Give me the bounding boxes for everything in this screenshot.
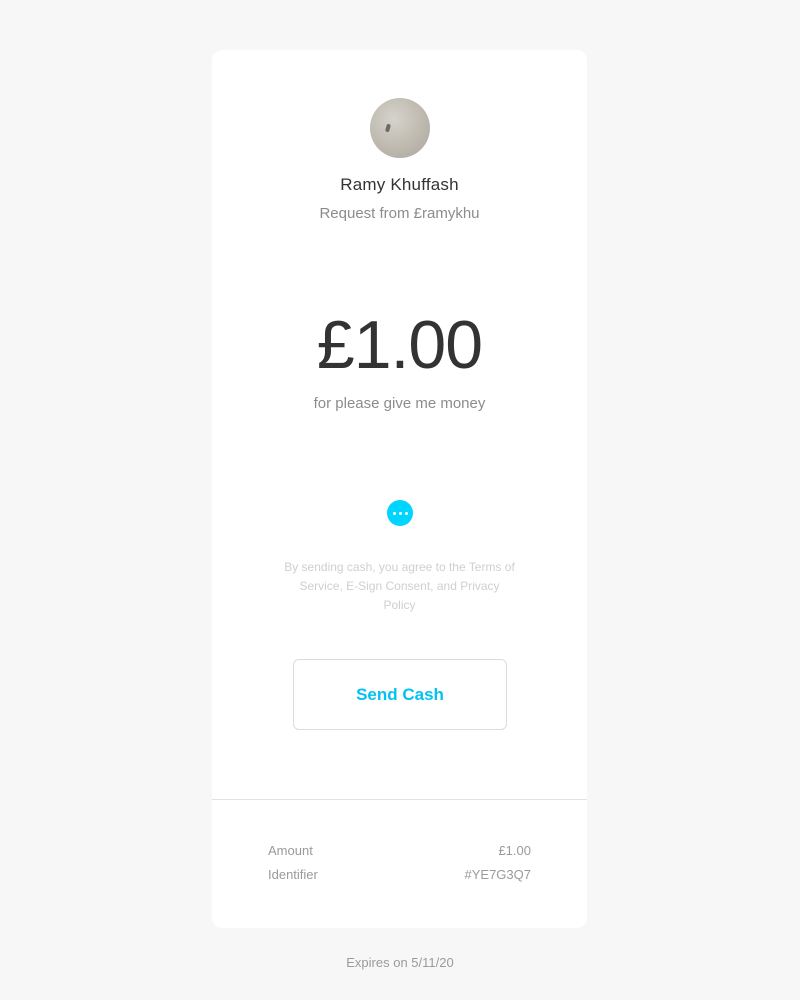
request-subtitle: Request from £ramykhu bbox=[319, 205, 480, 222]
legal-disclaimer: By sending cash, you agree to the Terms … bbox=[284, 560, 515, 612]
detail-row-amount: Amount £1.00 bbox=[268, 843, 531, 861]
request-amount: £1.00 bbox=[316, 307, 483, 383]
more-options-button[interactable] bbox=[387, 500, 413, 526]
payment-request-card: Ramy Khuffash Request from £ramykhu £1.0… bbox=[212, 50, 587, 928]
detail-row-identifier: Identifier #YE7G3Q7 bbox=[268, 867, 531, 885]
identifier-value: #YE7G3Q7 bbox=[464, 867, 532, 882]
more-dots-icon bbox=[392, 511, 396, 515]
divider bbox=[212, 799, 587, 800]
requester-name: Ramy Khuffash bbox=[340, 175, 459, 194]
amount-label: Amount bbox=[268, 843, 313, 858]
send-cash-button[interactable]: Send Cash bbox=[293, 659, 507, 730]
amount-value: £1.00 bbox=[498, 843, 531, 858]
request-note: for please give me money bbox=[313, 395, 486, 412]
expiry-date: Expires on 5/11/20 bbox=[346, 955, 454, 970]
identifier-label: Identifier bbox=[268, 867, 318, 882]
avatar bbox=[370, 98, 430, 158]
